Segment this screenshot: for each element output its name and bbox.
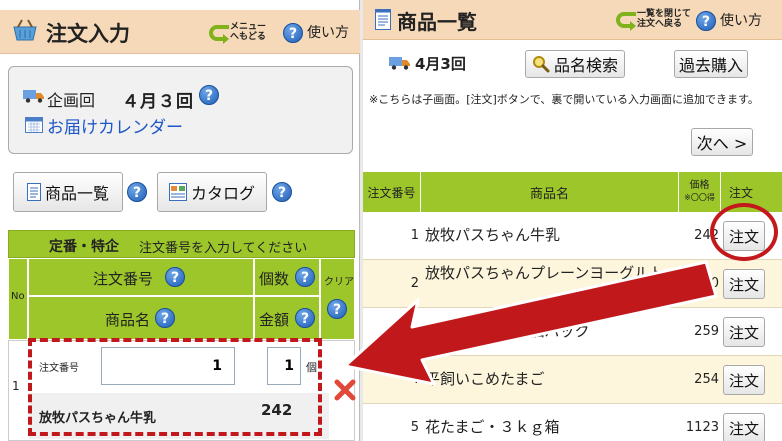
col-order-no-header: 注文番号: [363, 172, 421, 212]
order-entry-panel: 注文入力 メニューへもどる ?使い方 企画回 ４月３回 ? お届けカレンダー: [0, 0, 360, 441]
past-purchase-button[interactable]: 過去購入: [674, 50, 748, 78]
notice-text: ※こちらは子画面。[注文]ボタンで、裏で開いている入力画面に追加できます。: [369, 93, 759, 106]
product-search-button[interactable]: 品名検索: [525, 50, 625, 78]
next-page-button[interactable]: 次へ >: [691, 128, 753, 156]
help-icon: ?: [696, 11, 716, 31]
document-icon: [26, 183, 41, 201]
page-title: 商品一覧: [397, 10, 477, 34]
help-icon[interactable]: ?: [155, 308, 175, 328]
product-list-header: 商品一覧 一覧を閉じて 注文へ戻る ? 使い方: [363, 0, 782, 40]
usage-help-link[interactable]: ? 使い方: [696, 10, 762, 31]
help-icon[interactable]: ?: [327, 299, 347, 319]
order-button[interactable]: 注文: [723, 413, 765, 441]
col-order-no-header: 注文番号 ?: [28, 258, 254, 296]
plan-info-box: 企画回 ４月３回 ? お届けカレンダー: [8, 66, 353, 154]
row-number: 1: [12, 379, 20, 393]
catalog-button[interactable]: カタログ: [157, 172, 267, 212]
truck-icon: [389, 57, 410, 70]
table-row: 2 放牧パスちゃんプレーンヨーグルト 220 注文: [363, 260, 782, 308]
order-button[interactable]: 注文: [723, 269, 765, 299]
highlight-dashed-box: [28, 338, 322, 436]
col-product-header: 商品名 ?: [28, 296, 254, 340]
plan-label: 企画回: [47, 91, 96, 110]
product-table-header: 注文番号 商品名 価格 ※〇〇得 注文: [363, 172, 782, 212]
basket-icon: [13, 19, 37, 41]
highlight-circle: [710, 203, 778, 261]
col-amount-header: 金額 ?: [254, 296, 320, 340]
help-icon[interactable]: ?: [295, 267, 315, 287]
document-icon: [375, 9, 391, 30]
page-title: 注文入力: [46, 22, 130, 46]
help-icon: ?: [283, 23, 303, 43]
truck-icon: [23, 90, 44, 103]
plan-value: 4月3回: [415, 55, 466, 73]
order-table-header: 定番・特企 注文番号を入力してください: [8, 230, 355, 258]
catalog-icon: [168, 183, 187, 201]
help-icon[interactable]: ?: [199, 85, 219, 105]
clear-x-icon[interactable]: [334, 379, 356, 401]
plan-value: ４月３回: [122, 92, 194, 112]
col-product-header: 商品名: [421, 172, 679, 212]
product-list-button[interactable]: 商品一覧: [13, 172, 123, 212]
table-row: 3 花たまご・１０個パック 259 注文: [363, 308, 782, 356]
help-icon[interactable]: ?: [272, 182, 292, 202]
table-row: 5 花たまご・３ｋｇ箱 1123 注文: [363, 404, 782, 441]
col-price-header: 価格 ※〇〇得: [679, 172, 721, 212]
help-icon[interactable]: ?: [165, 267, 185, 287]
order-button[interactable]: 注文: [723, 365, 765, 395]
delivery-calendar-link[interactable]: お届けカレンダー: [47, 113, 183, 138]
table-row: 4 平飼いこめたまご 254 注文: [363, 356, 782, 404]
magnifier-icon: [532, 56, 550, 73]
calendar-icon: [25, 117, 43, 133]
col-no-header: No: [8, 258, 28, 340]
col-clear-header: クリア ?: [320, 258, 355, 340]
help-icon[interactable]: ?: [295, 308, 315, 328]
col-qty-header: 個数 ?: [254, 258, 320, 296]
order-button[interactable]: 注文: [723, 317, 765, 347]
order-entry-header: 注文入力 メニュー へもどる ? 使い方: [0, 10, 360, 54]
usage-help-link[interactable]: ? 使い方: [283, 22, 349, 43]
help-icon[interactable]: ?: [127, 182, 147, 202]
